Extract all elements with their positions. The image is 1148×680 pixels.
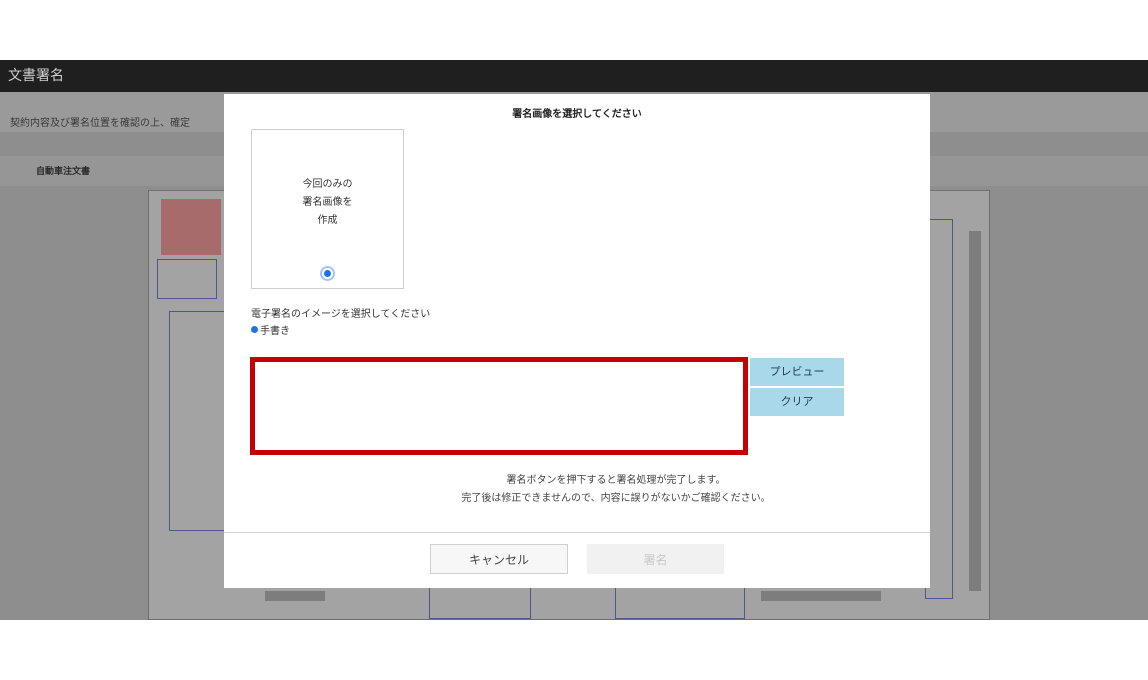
dialog-divider: [224, 532, 930, 533]
dialog-title: 署名画像を選択してください: [512, 109, 642, 120]
signature-dialog: 署名画像を選択してください 今回のみの 署名画像を 作成 電子署名のイメージを選…: [224, 94, 930, 588]
doc-text-line: [969, 231, 981, 591]
option-radio[interactable]: [320, 266, 335, 281]
sign-button[interactable]: 署名: [587, 544, 724, 574]
preview-button[interactable]: プレビュー: [750, 358, 844, 386]
doc-field-box: [157, 259, 217, 299]
handwrite-radio[interactable]: [251, 326, 258, 333]
handwrite-label: 手書き: [260, 326, 290, 337]
doc-field-box: [429, 587, 531, 619]
clear-button[interactable]: クリア: [750, 388, 844, 416]
handwrite-option[interactable]: 手書き: [251, 322, 290, 337]
signature-canvas[interactable]: [250, 357, 748, 455]
app-window: 文書署名 契約内容及び署名位置を確認の上、確定 自動車注文書 署名画像を選択して…: [0, 60, 1148, 620]
tab-document[interactable]: 自動車注文書: [36, 164, 90, 177]
option-label: 今回のみの 署名画像を 作成: [302, 179, 353, 226]
doc-text-line: [265, 591, 325, 601]
doc-text-line: [761, 591, 881, 601]
signature-option-card[interactable]: 今回のみの 署名画像を 作成: [251, 129, 404, 289]
note-line: 署名ボタンを押下すると署名処理が完了します。: [506, 475, 726, 486]
doc-red-note: [161, 199, 221, 255]
app-title: 文書署名: [0, 60, 1148, 92]
signature-image-prompt: 電子署名のイメージを選択してください: [251, 309, 431, 320]
note-line: 完了後は修正できませんので、内容に誤りがないかご確認ください。: [461, 493, 771, 504]
doc-field-box: [169, 311, 225, 531]
cancel-button[interactable]: キャンセル: [430, 544, 568, 574]
doc-field-box: [615, 587, 745, 619]
completion-note: 署名ボタンを押下すると署名処理が完了します。 完了後は修正できませんので、内容に…: [224, 472, 930, 508]
